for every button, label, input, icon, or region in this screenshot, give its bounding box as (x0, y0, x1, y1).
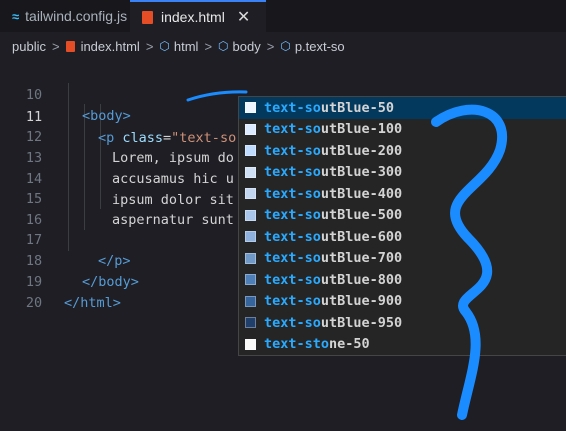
breadcrumb-separator: > (204, 38, 213, 54)
suggestion-label: utBlue-900 (320, 293, 403, 310)
suggestion-item[interactable]: text-so utBlue-300 (239, 162, 566, 184)
suggestion-label: ne-50 (329, 336, 370, 353)
breadcrumb-separator: > (51, 38, 60, 54)
suggestion-match: text-so (264, 121, 321, 138)
color-swatch-icon (245, 145, 256, 157)
color-swatch-icon (245, 295, 256, 307)
color-swatch-icon (245, 188, 256, 200)
suggestion-label: utBlue-100 (320, 121, 403, 138)
color-swatch-icon (245, 209, 256, 221)
suggestion-label: utBlue-200 (320, 142, 403, 159)
suggestion-match: text-sto (264, 336, 330, 353)
suggestion-label: utBlue-600 (320, 228, 403, 245)
breadcrumb-separator: > (145, 38, 154, 54)
suggestion-match: text-so (264, 228, 321, 245)
suggestion-match: text-so (264, 271, 321, 288)
html5-icon (65, 40, 75, 52)
breadcrumb: public > index.html > ⬡ html > ⬡ body > … (0, 32, 566, 60)
html5-icon (142, 10, 153, 24)
line-number: 20 (25, 295, 43, 311)
suggestion-label: utBlue-50 (320, 99, 395, 116)
symbol-element-icon: ⬡ (218, 39, 229, 53)
code-token: </html> (64, 295, 121, 311)
suggestion-item[interactable]: text-so utBlue-500 (239, 205, 566, 227)
color-swatch-icon (245, 252, 256, 264)
suggestion-item[interactable]: text-so utBlue-700 (239, 248, 566, 270)
suggestion-label: utBlue-800 (320, 271, 403, 288)
suggestion-item[interactable]: text-so utBlue-50 (239, 97, 566, 119)
color-swatch-icon (245, 338, 256, 350)
suggestion-match: text-so (264, 207, 321, 224)
breadcrumb-file[interactable]: index.html (81, 39, 140, 54)
suggestion-label: utBlue-400 (320, 185, 403, 202)
suggestion-match: text-so (264, 99, 321, 116)
suggestion-item[interactable]: text-so utBlue-400 (239, 183, 566, 205)
code-line: 10 <body> (0, 64, 566, 124)
suggestion-item[interactable]: text-so utBlue-100 (239, 119, 566, 141)
color-swatch-icon (245, 317, 256, 329)
tab-label: index.html (161, 9, 225, 25)
suggestion-item[interactable]: text-so utBlue-900 (239, 291, 566, 313)
suggestion-match: text-so (264, 142, 321, 159)
breadcrumb-html[interactable]: html (174, 39, 199, 54)
color-swatch-icon (245, 123, 256, 135)
suggestion-item[interactable]: text-so utBlue-600 (239, 226, 566, 248)
suggestion-match: text-so (264, 185, 321, 202)
suggestion-match: text-so (264, 250, 321, 267)
color-swatch-icon (245, 274, 256, 286)
tab-index-html[interactable]: index.html ✕ (130, 0, 266, 32)
suggestion-item[interactable]: text-so utBlue-950 (239, 312, 566, 334)
suggestion-item[interactable]: text-so utBlue-800 (239, 269, 566, 291)
color-swatch-icon (245, 102, 256, 114)
suggestion-match: text-so (264, 293, 321, 310)
suggestion-item[interactable]: text-so utBlue-200 (239, 140, 566, 162)
tailwind-icon: ≈ (12, 8, 20, 24)
symbol-element-icon: ⬡ (280, 39, 291, 53)
suggestion-label: utBlue-700 (320, 250, 403, 267)
close-icon[interactable]: ✕ (237, 7, 250, 27)
tab-label: tailwind.config.js (25, 8, 128, 24)
autocomplete-popup: text-so utBlue-50 text-so utBlue-100 text-so… (238, 96, 566, 356)
suggestion-match: text-so (264, 314, 321, 331)
breadcrumb-p[interactable]: p.text-so (295, 39, 345, 54)
color-swatch-icon (245, 231, 256, 243)
color-swatch-icon (245, 166, 256, 178)
suggestion-match: text-so (264, 164, 321, 181)
symbol-element-icon: ⬡ (159, 39, 170, 53)
breadcrumb-body[interactable]: body (233, 39, 261, 54)
tab-bar: ≈ tailwind.config.js index.html ✕ (0, 0, 566, 32)
breadcrumb-separator: > (266, 38, 275, 54)
suggestion-label: utBlue-300 (320, 164, 403, 181)
suggestion-item[interactable]: text-sto ne-50 (239, 334, 566, 356)
breadcrumb-folder[interactable]: public (12, 39, 46, 54)
suggestion-label: utBlue-950 (320, 314, 403, 331)
suggestion-label: utBlue-500 (320, 207, 403, 224)
tab-tailwind-config[interactable]: ≈ tailwind.config.js (4, 0, 130, 32)
